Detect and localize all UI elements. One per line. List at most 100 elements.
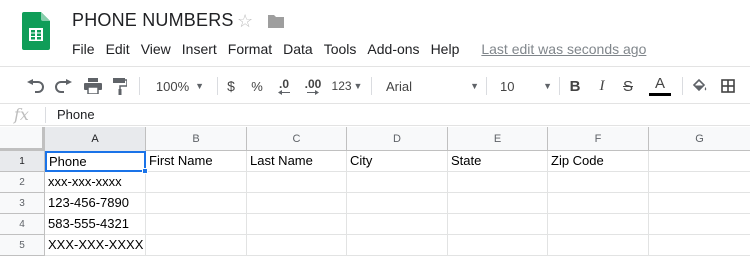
fill-handle[interactable] (142, 168, 148, 174)
borders-icon[interactable] (719, 76, 737, 96)
fx-icon: fx (14, 105, 29, 124)
column-header-f[interactable]: F (548, 127, 649, 151)
menu-view[interactable]: View (141, 40, 171, 58)
cell-c3[interactable] (247, 193, 347, 214)
increase-decimal-button[interactable]: .00 (301, 76, 325, 96)
cell-f4[interactable] (548, 214, 649, 235)
menu-file[interactable]: File (72, 40, 95, 58)
cell-f3[interactable] (548, 193, 649, 214)
cell-b3[interactable] (146, 193, 247, 214)
more-formats-button[interactable]: 123 ▼ (330, 76, 364, 96)
cell-e1[interactable]: State (448, 151, 548, 172)
cell-c5[interactable] (247, 235, 347, 256)
bold-button[interactable]: B (567, 76, 583, 96)
select-all-corner[interactable] (0, 127, 45, 151)
cell-g1[interactable] (649, 151, 750, 172)
column-header-row: A B C D E F G (0, 127, 750, 151)
strikethrough-button[interactable]: S (620, 76, 636, 96)
menu-edit[interactable]: Edit (106, 40, 130, 58)
sheets-logo-icon[interactable] (22, 12, 50, 50)
cell-f5[interactable] (548, 235, 649, 256)
cell-d5[interactable] (347, 235, 448, 256)
cell-b1[interactable]: First Name (146, 151, 247, 172)
cell-d4[interactable] (347, 214, 448, 235)
zoom-value: 100% (155, 78, 190, 94)
menu-bar: File Edit View Insert Format Data Tools … (72, 40, 646, 58)
zoom-select[interactable]: 100% ▼ (150, 76, 210, 96)
cell-a4[interactable]: 583-555-4321 (45, 214, 146, 235)
cell-g5[interactable] (649, 235, 750, 256)
cell-a3[interactable]: 123-456-7890 (45, 193, 146, 214)
text-color-swatch (649, 92, 671, 96)
cell-a5[interactable]: XXX-XXX-XXXX (45, 235, 146, 256)
menu-addons[interactable]: Add-ons (367, 40, 419, 58)
redo-icon[interactable] (53, 76, 75, 96)
text-color-label: A (654, 74, 665, 92)
cell-e2[interactable] (448, 172, 548, 193)
column-header-b[interactable]: B (146, 127, 247, 151)
column-header-d[interactable]: D (347, 127, 448, 151)
menu-format[interactable]: Format (228, 40, 272, 58)
cell-g2[interactable] (649, 172, 750, 193)
menu-data[interactable]: Data (283, 40, 313, 58)
table-row: 1 Phone First Name Last Name City State … (0, 151, 750, 172)
percent-button[interactable]: % (250, 76, 264, 96)
row-header-4[interactable]: 4 (0, 214, 45, 235)
undo-icon[interactable] (24, 76, 46, 96)
column-header-g[interactable]: G (649, 127, 750, 151)
row-header-5[interactable]: 5 (0, 235, 45, 256)
arrow-left-icon (278, 89, 290, 95)
cell-e4[interactable] (448, 214, 548, 235)
cell-a2[interactable]: xxx-xxx-xxxx (45, 172, 146, 193)
cell-b5[interactable] (146, 235, 247, 256)
font-family-value: Arial (386, 78, 413, 94)
text-color-button[interactable]: A (648, 76, 672, 96)
menu-help[interactable]: Help (431, 40, 460, 58)
cell-d1[interactable]: City (347, 151, 448, 172)
paint-format-icon[interactable] (110, 76, 130, 96)
folder-icon[interactable] (267, 13, 285, 29)
decrease-decimal-button[interactable]: .0 (274, 76, 294, 96)
font-size-select[interactable]: 10 ▼ (500, 76, 552, 96)
last-edit-link[interactable]: Last edit was seconds ago (481, 40, 646, 58)
column-header-e[interactable]: E (448, 127, 548, 151)
chevron-down-icon: ▼ (195, 81, 205, 91)
cell-c1[interactable]: Last Name (247, 151, 347, 172)
arrow-right-icon (307, 89, 319, 95)
document-title[interactable]: PHONE NUMBERS (72, 10, 234, 31)
cell-b2[interactable] (146, 172, 247, 193)
table-row: 5 XXX-XXX-XXXX (0, 235, 750, 256)
row-header-2[interactable]: 2 (0, 172, 45, 193)
formula-bar: fx Phone (0, 104, 750, 126)
font-family-select[interactable]: Arial ▼ (386, 76, 479, 96)
cell-g3[interactable] (649, 193, 750, 214)
cell-c2[interactable] (247, 172, 347, 193)
print-icon[interactable] (82, 76, 104, 96)
cell-e5[interactable] (448, 235, 548, 256)
cell-f1[interactable]: Zip Code (548, 151, 649, 172)
font-size-value: 10 (500, 78, 515, 94)
row-header-1[interactable]: 1 (0, 151, 45, 172)
currency-button[interactable]: $ (224, 76, 238, 96)
formula-input[interactable]: Phone (57, 107, 95, 122)
fill-color-icon[interactable] (690, 76, 710, 96)
column-header-a[interactable]: A (45, 127, 146, 151)
cell-e3[interactable] (448, 193, 548, 214)
cell-f2[interactable] (548, 172, 649, 193)
decrease-decimal-label: .0 (278, 76, 289, 91)
cell-g4[interactable] (649, 214, 750, 235)
cell-d3[interactable] (347, 193, 448, 214)
cell-a1[interactable]: Phone (45, 151, 146, 172)
menu-insert[interactable]: Insert (182, 40, 217, 58)
more-formats-label: 123 (331, 79, 352, 93)
title-bar: PHONE NUMBERS ☆ File Edit View Insert Fo… (0, 0, 750, 64)
star-icon[interactable]: ☆ (237, 10, 253, 32)
cell-d2[interactable] (347, 172, 448, 193)
cell-c4[interactable] (247, 214, 347, 235)
table-row: 3 123-456-7890 (0, 193, 750, 214)
menu-tools[interactable]: Tools (324, 40, 357, 58)
italic-button[interactable]: I (594, 76, 610, 96)
column-header-c[interactable]: C (247, 127, 347, 151)
cell-b4[interactable] (146, 214, 247, 235)
row-header-3[interactable]: 3 (0, 193, 45, 214)
